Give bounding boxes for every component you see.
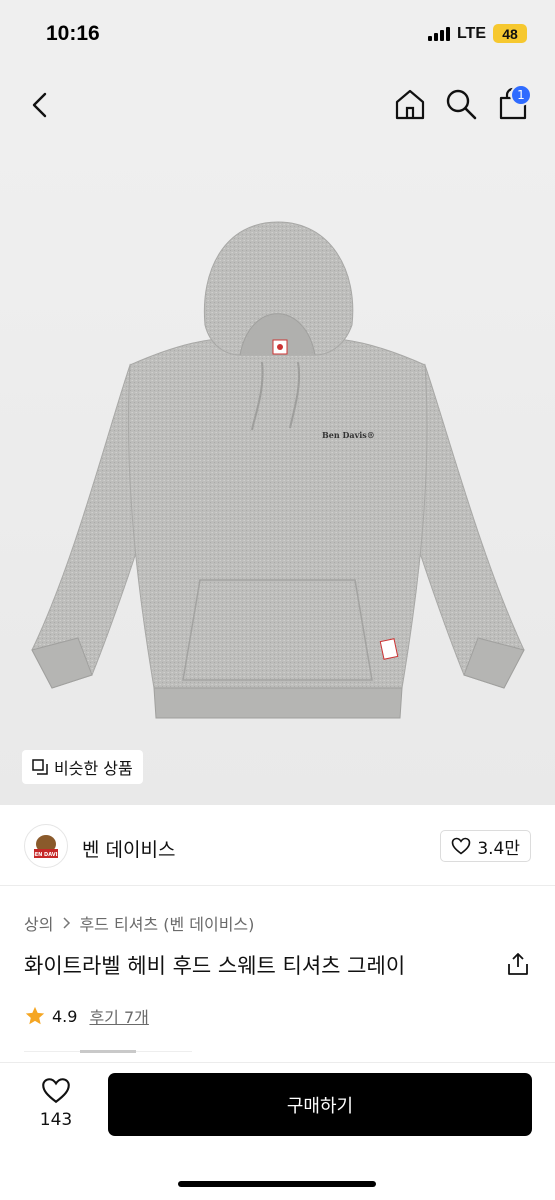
wishlist-button[interactable]: 143 bbox=[30, 1077, 82, 1130]
rating-score: 4.9 bbox=[52, 1006, 78, 1026]
back-arrow-icon[interactable] bbox=[26, 90, 56, 120]
breadcrumb-item-subcategory[interactable]: 후드 티셔츠 (벤 데이비스) bbox=[79, 911, 254, 935]
signal-icon bbox=[427, 26, 450, 41]
bottom-action-bar: 143 구매하기 bbox=[0, 1062, 555, 1200]
battery-level: 48 bbox=[502, 25, 518, 42]
chevron-right-icon bbox=[63, 917, 71, 929]
wishlist-count: 143 bbox=[39, 1110, 73, 1130]
brand-row[interactable]: BEN DAVIS 벤 데이비스 3.4만 bbox=[0, 806, 555, 886]
search-icon[interactable] bbox=[444, 87, 478, 121]
breadcrumb: 상의 후드 티셔츠 (벤 데이비스) bbox=[24, 911, 254, 935]
buy-button-label: 구매하기 bbox=[286, 1095, 354, 1117]
brand-name[interactable]: 벤 데이비스 bbox=[82, 835, 175, 862]
cart-count-badge: 1 bbox=[510, 84, 532, 106]
star-icon bbox=[25, 1006, 45, 1025]
product-title: 화이트라벨 헤비 후드 스웨트 티셔츠 그레이 bbox=[24, 954, 406, 978]
battery-icon: 48 bbox=[493, 24, 527, 43]
buy-button[interactable]: 구매하기 bbox=[108, 1073, 532, 1136]
reviews-link[interactable]: 후기 7개 bbox=[89, 1004, 148, 1028]
ben-davis-logo-icon: BEN DAVIS bbox=[27, 827, 65, 865]
brand-logo: BEN DAVIS bbox=[24, 824, 68, 868]
status-bar: 10:16 LTE 48 bbox=[0, 0, 555, 70]
breadcrumb-item-category[interactable]: 상의 bbox=[24, 911, 53, 935]
share-icon[interactable] bbox=[505, 951, 531, 977]
home-icon[interactable] bbox=[393, 87, 427, 121]
nav-bar: 1 bbox=[0, 70, 555, 140]
network-label: LTE bbox=[456, 24, 486, 42]
status-indicators: LTE 48 bbox=[427, 24, 527, 43]
hoodie-illustration bbox=[31, 221, 525, 719]
brand-like-button[interactable]: 3.4만 bbox=[440, 830, 531, 862]
rating-row: 4.9 후기 7개 bbox=[24, 1004, 149, 1028]
heart-icon bbox=[42, 1078, 70, 1104]
status-time: 10:16 bbox=[46, 22, 100, 45]
home-indicator bbox=[178, 1181, 376, 1187]
tab-indicator bbox=[80, 1050, 136, 1053]
svg-text:BEN DAVIS: BEN DAVIS bbox=[31, 852, 62, 858]
similar-products-label: 비슷한 상품 bbox=[54, 759, 133, 778]
similar-products-button[interactable]: 비슷한 상품 bbox=[22, 750, 143, 784]
brand-like-count: 3.4만 bbox=[477, 838, 520, 859]
chest-print: Ben Davis® bbox=[322, 430, 375, 440]
copy-icon bbox=[32, 759, 48, 775]
product-image[interactable]: Ben Davis® 비슷한 상품 bbox=[0, 140, 555, 805]
heart-icon bbox=[452, 837, 471, 855]
